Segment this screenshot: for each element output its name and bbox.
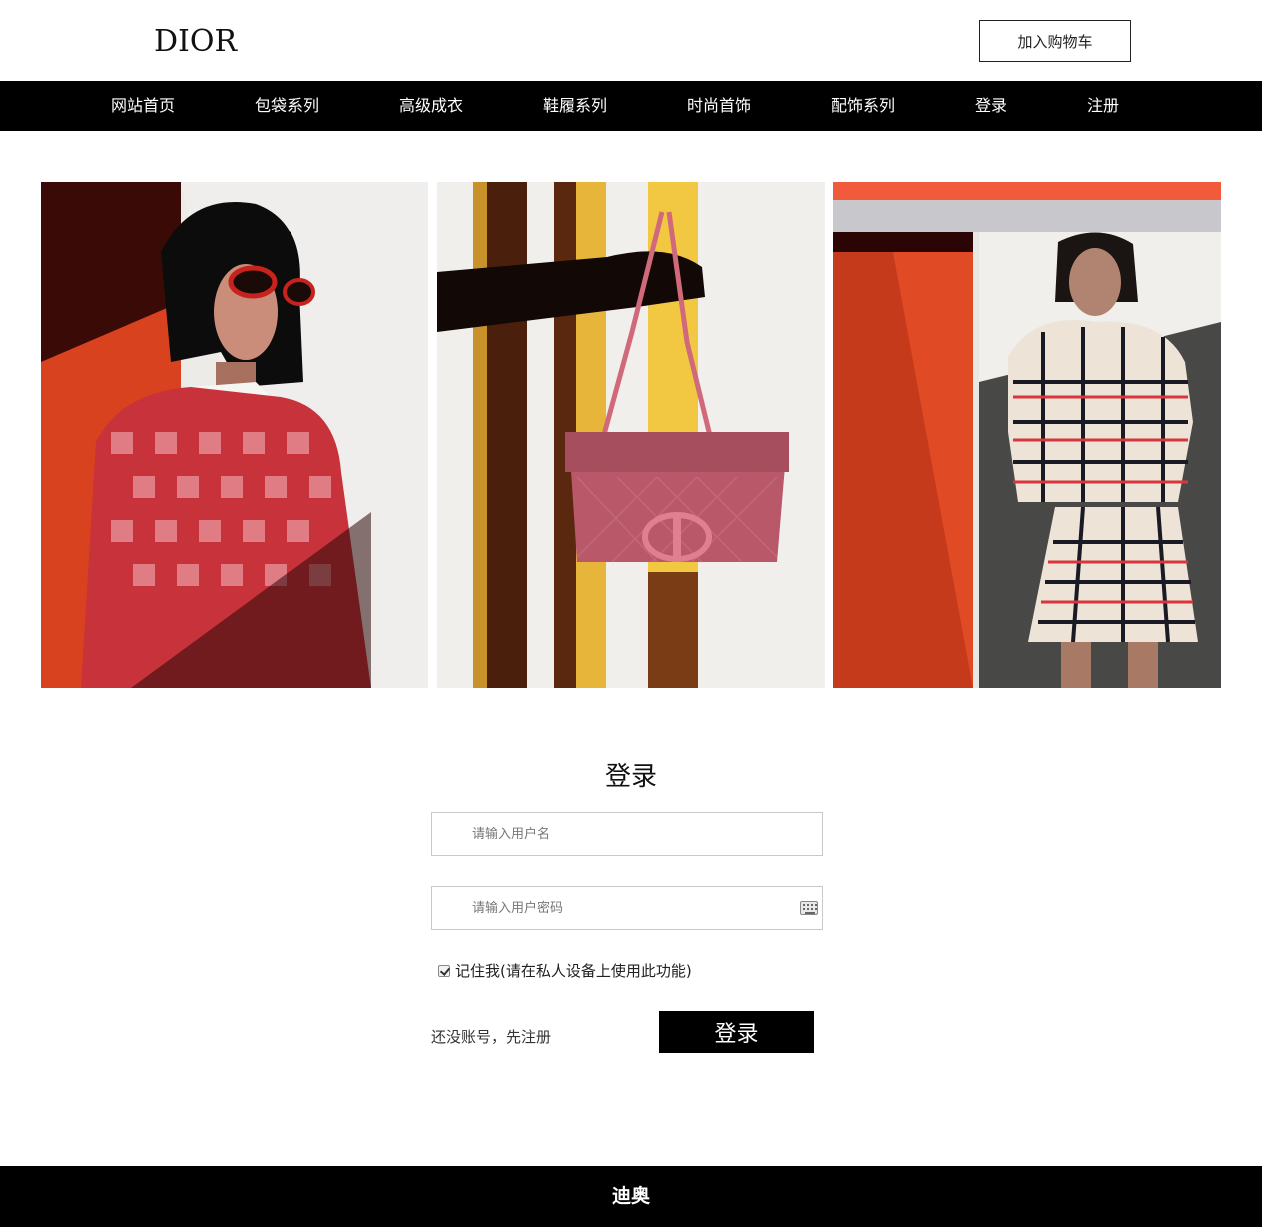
password-field[interactable] <box>431 886 823 930</box>
nav-item-jewelry[interactable]: 时尚首饰 <box>687 81 751 131</box>
nav-item-bags[interactable]: 包袋系列 <box>255 81 319 131</box>
nav-item-home[interactable]: 网站首页 <box>111 81 175 131</box>
register-link[interactable]: 还没账号，先注册 <box>431 1026 551 1047</box>
remember-checkbox[interactable] <box>438 964 450 977</box>
nav-item-register[interactable]: 注册 <box>1087 81 1119 131</box>
password-input[interactable] <box>432 887 822 929</box>
site-header: DIOR 加入购物车 <box>0 0 1262 81</box>
remember-label: 记住我(请在私人设备上使用此功能) <box>455 962 692 980</box>
gallery-image-handbag[interactable] <box>437 182 825 688</box>
keyboard-icon[interactable] <box>800 901 818 915</box>
nav-item-ready-to-wear[interactable]: 高级成衣 <box>399 81 463 131</box>
username-field[interactable] <box>431 812 823 856</box>
gallery-image-checked-outfit[interactable] <box>833 182 1221 688</box>
nav-item-login[interactable]: 登录 <box>975 81 1007 131</box>
gallery-image-sweater[interactable] <box>41 182 428 688</box>
nav-item-accessories[interactable]: 配饰系列 <box>831 81 895 131</box>
login-submit-button[interactable]: 登录 <box>659 1011 814 1053</box>
nav-item-shoes[interactable]: 鞋履系列 <box>543 81 607 131</box>
add-to-cart-button[interactable]: 加入购物车 <box>979 20 1131 62</box>
login-title: 登录 <box>604 762 657 792</box>
main-nav: 网站首页 包袋系列 高级成衣 鞋履系列 时尚首饰 配饰系列 登录 注册 <box>0 81 1262 131</box>
site-footer: 迪奥 <box>0 1166 1262 1227</box>
username-input[interactable] <box>432 813 822 855</box>
brand-logo[interactable]: DIOR <box>154 24 237 60</box>
remember-me[interactable]: 记住我(请在私人设备上使用此功能) <box>438 960 692 981</box>
